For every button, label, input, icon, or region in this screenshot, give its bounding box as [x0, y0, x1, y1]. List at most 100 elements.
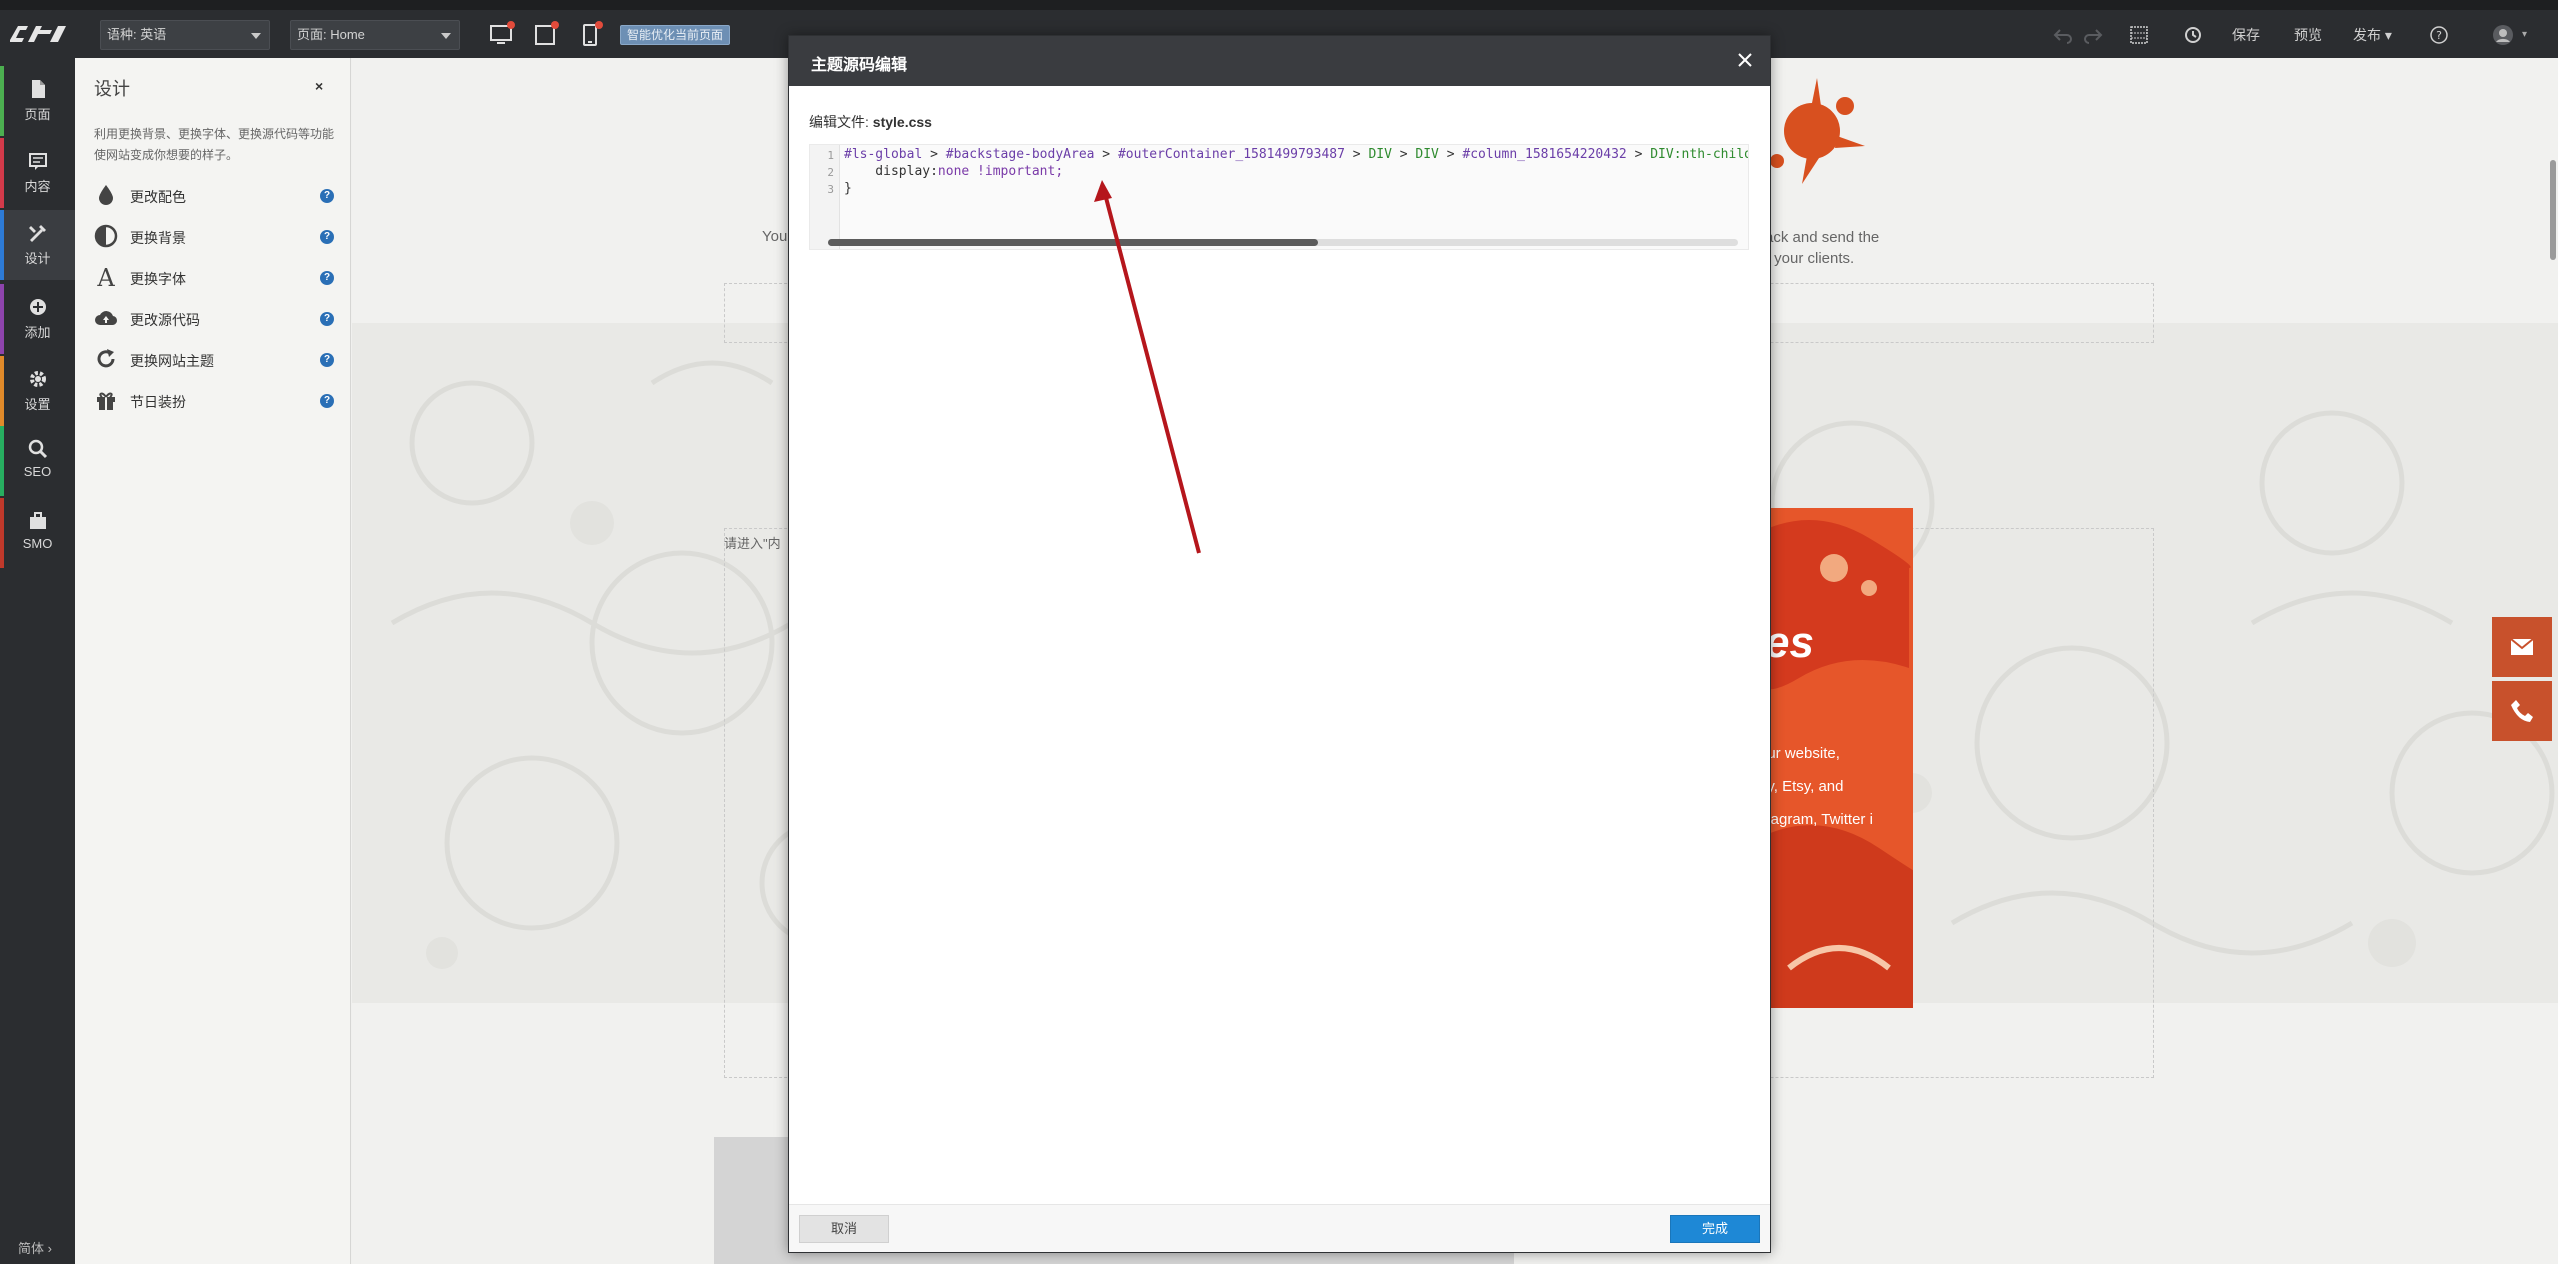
- line-number: 2: [827, 166, 834, 179]
- design-panel: 设计 × 利用更换背景、更换字体、更换源代码等功能使网站变成你想要的样子。 更改…: [75, 58, 351, 1264]
- code-token: display:: [844, 164, 938, 179]
- panel-item-change-theme[interactable]: 更换网站主题 ?: [94, 344, 334, 374]
- cancel-button[interactable]: 取消: [799, 1215, 889, 1243]
- theme-source-editor-dialog: 主题源码编辑 编辑文件: style.css 1 2 3 #ls-global …: [788, 35, 1771, 1253]
- help-icon[interactable]: ?: [320, 230, 334, 244]
- panel-item-label: 节日装扮: [130, 394, 186, 410]
- redo-button[interactable]: [2082, 20, 2104, 50]
- help-icon[interactable]: ?: [320, 189, 334, 203]
- chevron-down-icon: ▾: [2384, 27, 2392, 43]
- code-line-2[interactable]: display:none !important;: [844, 164, 1063, 179]
- nav-stripe: [0, 426, 4, 496]
- undo-button[interactable]: [2052, 20, 2074, 50]
- grid-button[interactable]: [2128, 20, 2150, 50]
- mobile-view-button[interactable]: [575, 20, 605, 50]
- chevron-down-icon: [441, 33, 451, 39]
- help-icon[interactable]: ?: [320, 271, 334, 285]
- email-float-button[interactable]: [2492, 617, 2552, 677]
- nav-label: 设计: [24, 251, 51, 266]
- preview-button[interactable]: 预览: [2294, 20, 2322, 50]
- smart-optimize-button[interactable]: 智能优化当前页面: [620, 25, 731, 45]
- nav-stripe: [0, 210, 4, 280]
- content-icon: [28, 153, 47, 170]
- panel-item-change-background[interactable]: 更换背景 ?: [94, 221, 334, 251]
- undo-icon: [2053, 29, 2072, 44]
- code-token: none !important;: [937, 164, 1064, 179]
- help-icon: ?: [2430, 26, 2448, 44]
- nav-stripe: [0, 498, 4, 568]
- panel-item-holiday-decor[interactable]: 节日装扮 ?: [94, 385, 334, 415]
- code-token: >: [1094, 147, 1118, 162]
- notification-dot: [507, 21, 515, 29]
- panel-item-change-colors[interactable]: 更改配色 ?: [94, 180, 334, 210]
- phone-float-button[interactable]: [2492, 681, 2552, 741]
- briefcase-icon: [29, 512, 46, 529]
- desktop-view-button[interactable]: [487, 20, 517, 50]
- page-select[interactable]: 页面: Home: [290, 20, 460, 50]
- contrast-icon: [94, 224, 118, 248]
- avatar-icon: [2493, 25, 2513, 45]
- help-icon[interactable]: ?: [320, 353, 334, 367]
- design-icon: [28, 225, 46, 242]
- line-number-gutter: 1 2 3: [810, 145, 840, 249]
- publish-button[interactable]: 发布 ▾: [2353, 20, 2392, 50]
- panel-item-change-source[interactable]: 更改源代码 ?: [94, 303, 334, 333]
- poster-logo-text: es: [1765, 618, 1814, 667]
- panel-description: 利用更换背景、更换字体、更换源代码等功能使网站变成你想要的样子。: [94, 127, 335, 162]
- nav-item-settings[interactable]: 设置: [0, 356, 75, 426]
- brand-logo[interactable]: [6, 20, 70, 46]
- code-line-1[interactable]: #ls-global > #backstage-bodyArea > #oute…: [844, 147, 1748, 162]
- help-icon[interactable]: ?: [320, 394, 334, 408]
- nav-item-content[interactable]: 内容: [0, 138, 75, 208]
- gift-icon: [97, 392, 115, 410]
- nav-item-smo[interactable]: SMO: [0, 498, 75, 568]
- panel-item-label: 更改源代码: [130, 312, 200, 328]
- code-token: >: [1438, 147, 1463, 162]
- help-icon[interactable]: ?: [320, 312, 334, 326]
- chevron-down-icon[interactable]: ▾: [2522, 20, 2527, 50]
- locale-switch[interactable]: 简体 ›: [18, 1238, 52, 1257]
- dialog-title: 主题源码编辑: [811, 57, 908, 74]
- panel-close-button[interactable]: ×: [315, 78, 323, 94]
- language-select[interactable]: 语种: 英语: [100, 20, 270, 50]
- file-name: style.css: [872, 114, 932, 130]
- nav-item-design[interactable]: 设计: [0, 210, 75, 280]
- help-button[interactable]: ?: [2428, 20, 2450, 50]
- panel-item-change-font[interactable]: A 更换字体 ?: [94, 262, 334, 292]
- code-token: DIV: [1368, 147, 1392, 162]
- dialog-close-button[interactable]: [1734, 49, 1756, 71]
- save-button[interactable]: 保存: [2232, 20, 2260, 50]
- done-button[interactable]: 完成: [1670, 1215, 1760, 1243]
- mail-icon: [2510, 638, 2534, 655]
- tablet-view-button[interactable]: [531, 20, 561, 50]
- panel-item-label: 更改配色: [130, 189, 186, 205]
- code-token: DIV:nth-child(2: [1650, 147, 1748, 162]
- promo-poster[interactable]: es our website, ay, Etsy, and stagram, T…: [1759, 508, 1913, 1008]
- page-scrollbar[interactable]: [2550, 160, 2556, 260]
- poster-text-1: our website,: [1759, 745, 1840, 762]
- nav-item-page[interactable]: 页面: [0, 66, 75, 136]
- nav-item-add[interactable]: 添加: [0, 284, 75, 354]
- phone-icon: [2511, 700, 2533, 722]
- close-icon: [1738, 53, 1752, 67]
- code-token: >: [1344, 147, 1369, 162]
- panel-item-label: 更换背景: [130, 230, 186, 246]
- refresh-icon: [97, 349, 115, 368]
- page-select-value: 页面: Home: [297, 27, 365, 42]
- user-avatar-button[interactable]: [2492, 20, 2514, 50]
- svg-text:?: ?: [2436, 29, 2442, 42]
- code-line-3[interactable]: }: [844, 181, 852, 196]
- nav-item-seo[interactable]: SEO: [0, 426, 75, 496]
- cloud-icon: [95, 311, 118, 326]
- line-number: 1: [827, 149, 834, 162]
- code-scrollbar-thumb[interactable]: [828, 239, 1318, 246]
- language-select-value: 语种: 英语: [107, 27, 167, 42]
- nav-stripe: [0, 356, 4, 426]
- svg-text:A: A: [96, 265, 115, 289]
- code-token: #column_1581654220432: [1462, 147, 1627, 162]
- css-code-editor[interactable]: 1 2 3 #ls-global > #backstage-bodyArea >…: [809, 144, 1749, 250]
- nav-stripe: [0, 66, 4, 136]
- edit-file-label: 编辑文件: style.css: [809, 112, 932, 132]
- history-button[interactable]: [2182, 20, 2204, 50]
- nav-stripe: [0, 284, 4, 354]
